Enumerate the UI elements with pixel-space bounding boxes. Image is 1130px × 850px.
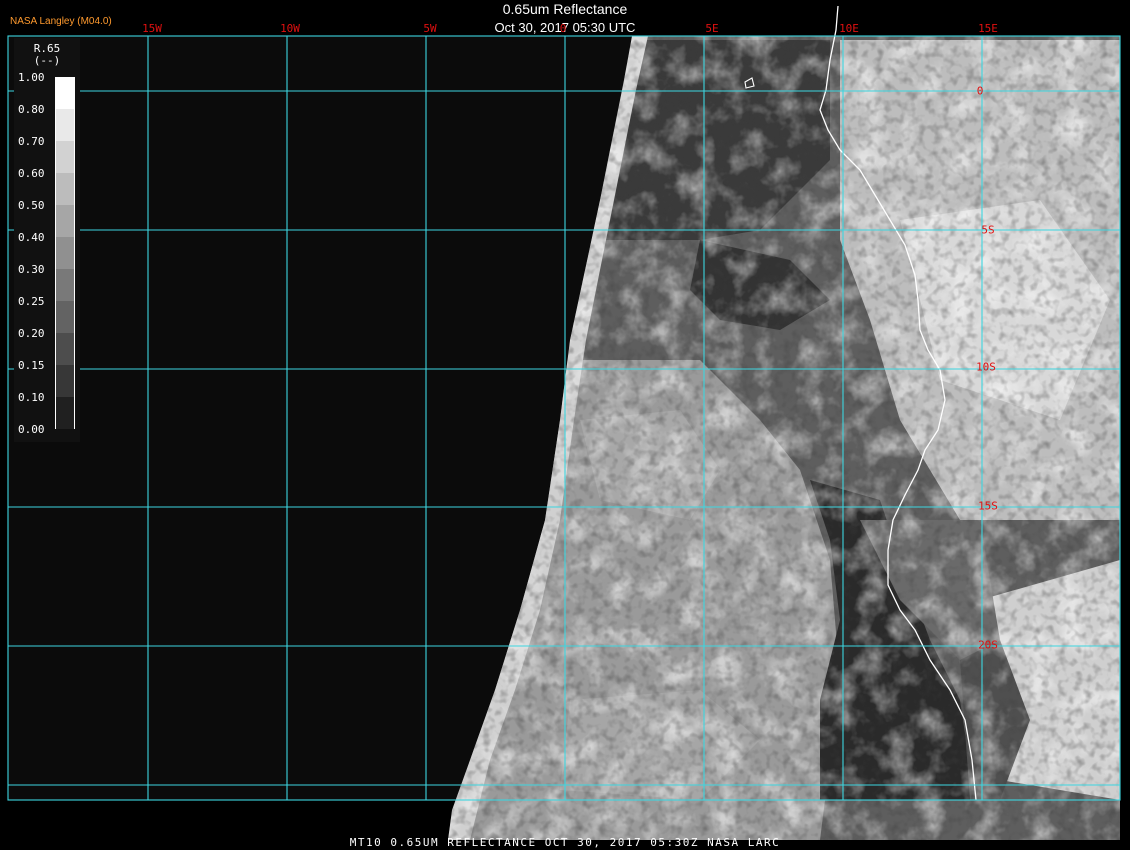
footer-caption: MT10 0.65UM REFLECTANCE OCT 30, 2017 05:… (349, 836, 781, 849)
legend-color-step (56, 141, 74, 173)
longitude-label: 0 (559, 22, 567, 35)
longitude-label: 15W (142, 22, 162, 35)
legend-tick-label: 0.40 (18, 231, 45, 244)
legend-tick-label: 0.50 (18, 199, 45, 212)
color-legend: R.65 (--) 1.00 0.80 0.70 0.60 0.50 0.40 0.30 0.… (14, 38, 80, 442)
legend-tick-label: 0.10 (18, 391, 45, 404)
longitude-label: 10W (280, 22, 300, 35)
latitude-label: 20S (978, 638, 998, 652)
legend-tick-label: 0.70 (18, 135, 45, 148)
organization-label: NASA Langley (M04.0) (10, 16, 112, 27)
legend-color-step (56, 173, 74, 205)
latitude-label: 15S (978, 499, 998, 513)
legend-tick-label: 0.25 (18, 295, 45, 308)
legend-variable: R.65 (33, 42, 61, 55)
legend-color-step (56, 77, 74, 109)
legend-units: (--) (33, 54, 61, 67)
legend-color-step (56, 205, 74, 237)
legend-tick-label: 0.60 (18, 167, 45, 180)
longitude-label: 15E (978, 22, 998, 35)
legend-color-step (56, 237, 74, 269)
legend-color-step (56, 109, 74, 141)
legend-tick-label: 0.00 (18, 423, 45, 436)
page-title: 0.65um Reflectance (502, 1, 628, 17)
latitude-label: 0 (976, 84, 984, 98)
legend-tick-label: 0.15 (18, 359, 45, 372)
longitude-label: 5W (423, 22, 437, 35)
legend-color-step (56, 301, 74, 333)
legend-colorbar (55, 77, 75, 429)
longitude-label: 10E (839, 22, 859, 35)
legend-tick-label: 0.20 (18, 327, 45, 340)
legend-tick-label: 0.80 (18, 103, 45, 116)
latitude-label: 5S (981, 223, 995, 237)
legend-color-step (56, 365, 74, 397)
satellite-map (0, 0, 1130, 850)
latitude-label: 10S (976, 360, 996, 374)
legend-color-step (56, 269, 74, 301)
legend-tick-label: 1.00 (18, 71, 45, 84)
legend-tick-label: 0.30 (18, 263, 45, 276)
legend-color-step (56, 333, 74, 365)
longitude-label: 5E (705, 22, 719, 35)
legend-color-step (56, 397, 74, 429)
